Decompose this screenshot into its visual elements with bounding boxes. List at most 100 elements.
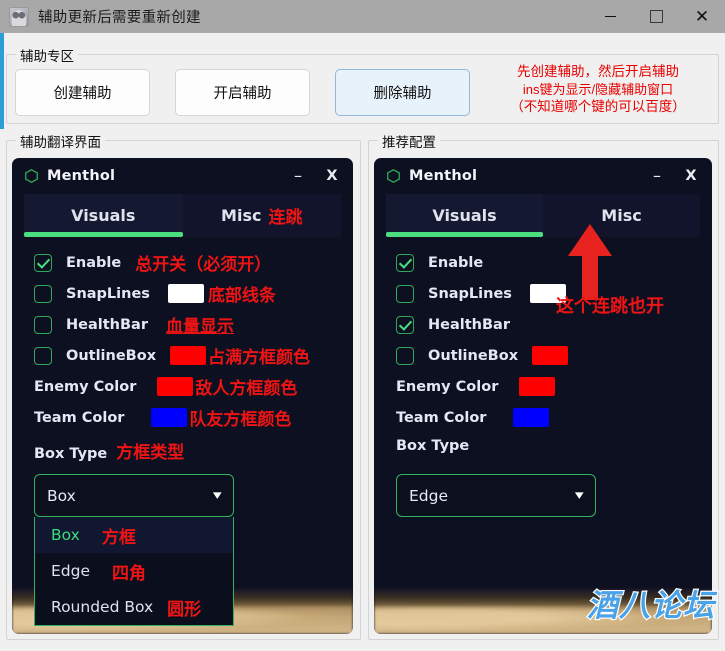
chevron-down-icon-right: ▾ xyxy=(575,488,585,503)
box-type-select-right[interactable]: Edge ▾ xyxy=(396,474,596,517)
label-enable-right: Enable xyxy=(428,254,484,271)
color-swatch-team-right[interactable] xyxy=(513,408,550,427)
checkbox-outlinebox-left[interactable] xyxy=(34,346,52,365)
create-helper-button[interactable]: 创建辅助 xyxy=(15,69,150,116)
panel-tabbar-right: Visuals Misc xyxy=(386,194,700,237)
annotation-enable: 总开关（必须开） xyxy=(135,255,272,275)
maximize-icon[interactable] xyxy=(633,0,679,33)
dropdown-option-rounded-box[interactable]: Rounded Box 圆形 xyxy=(35,589,233,625)
dropdown-option-edge-label: Edge xyxy=(51,562,91,580)
label-enable-left: Enable xyxy=(66,254,122,271)
dropdown-option-edge-annotation: 四角 xyxy=(112,563,147,584)
annotation-enemy-color: 敌人方框颜色 xyxy=(195,379,298,399)
arrow-annotation-text: 这个连跳也开 xyxy=(556,296,664,317)
start-helper-button[interactable]: 开启辅助 xyxy=(175,69,310,116)
tab-misc-right[interactable]: Misc xyxy=(543,194,700,237)
option-row-outlinebox-right: OutlineBox xyxy=(374,340,712,371)
box-type-select-left[interactable]: Box ▾ xyxy=(34,474,234,517)
label-enemy-color-left: Enemy Color xyxy=(34,378,137,395)
tab-active-underline-left xyxy=(24,232,183,237)
label-outlinebox-right: OutlineBox xyxy=(428,347,519,364)
dropdown-option-rounded-box-label: Rounded Box xyxy=(51,598,154,616)
instructions-line-1: 先创建辅助，然后开启辅助 xyxy=(517,64,679,79)
minimize-icon[interactable] xyxy=(587,0,633,33)
delete-helper-button[interactable]: 删除辅助 xyxy=(335,69,470,116)
tab-misc-left[interactable]: Misc 连跳 xyxy=(182,194,341,237)
option-row-outlinebox-left: OutlineBox 占满方框颜色 xyxy=(12,340,353,371)
box-type-selected-value-right: Edge xyxy=(409,486,449,505)
checkbox-enable-right[interactable] xyxy=(396,253,414,272)
hexagon-logo-icon xyxy=(25,169,38,183)
dropdown-option-box-annotation: 方框 xyxy=(101,527,136,548)
label-box-type-right: Box Type xyxy=(396,438,470,454)
label-team-color-right: Team Color xyxy=(396,409,487,426)
instructions-text: 先创建辅助，然后开启辅助 ins键为显示/隐藏辅助窗口 （不知道哪个键的可以百度… xyxy=(478,63,718,116)
color-swatch-enemy-right[interactable] xyxy=(519,377,556,396)
color-swatch-enemy-left[interactable] xyxy=(157,377,194,396)
tab-visuals-left[interactable]: Visuals xyxy=(24,194,183,237)
boxtype-label-row-left: Box Type 方框类型 xyxy=(12,438,353,470)
checkbox-healthbar-right[interactable] xyxy=(396,315,414,334)
window-title: 辅助更新后需要重新创建 xyxy=(38,10,201,26)
options-list-right: Enable SnapLines HealthBar OutlineBox En… xyxy=(374,237,712,517)
tab-visuals-label-right: Visuals xyxy=(432,206,497,225)
option-row-enable-left: Enable 总开关（必须开） xyxy=(12,247,353,278)
tab-visuals-label-left: Visuals xyxy=(71,206,136,225)
annotation-box-type: 方框类型 xyxy=(116,443,185,463)
panel-minimize-icon-left[interactable]: – xyxy=(281,168,315,184)
annotation-outlinebox: 占满方框颜色 xyxy=(208,348,311,368)
panel-tabbar-left: Visuals Misc 连跳 xyxy=(24,194,341,237)
panel-app-name-left: Menthol xyxy=(47,168,116,184)
window-titlebar: 辅助更新后需要重新创建 ✕ xyxy=(0,0,725,33)
panel-app-name-right: Menthol xyxy=(409,168,478,184)
color-swatch-outlinebox-right[interactable] xyxy=(532,346,569,365)
dropdown-option-box[interactable]: Box 方框 xyxy=(35,517,233,553)
panel-close-icon-left[interactable]: X xyxy=(315,168,349,184)
checkbox-snaplines-left[interactable] xyxy=(34,284,52,303)
dropdown-option-box-label: Box xyxy=(51,526,80,544)
option-row-team-color-left: Team Color 队友方框颜色 xyxy=(12,402,353,433)
color-swatch-snaplines-left[interactable] xyxy=(167,284,204,303)
hexagon-logo-icon-right xyxy=(387,169,400,183)
label-enemy-color-right: Enemy Color xyxy=(396,378,499,395)
color-swatch-outlinebox-left[interactable] xyxy=(170,346,207,365)
right-groupbox-title: 推荐配置 xyxy=(378,131,440,151)
instructions-line-2: ins键为显示/隐藏辅助窗口 xyxy=(522,81,674,97)
tab-visuals-right[interactable]: Visuals xyxy=(386,194,543,237)
box-type-selected-value-left: Box xyxy=(47,486,76,505)
checkbox-snaplines-right[interactable] xyxy=(396,284,414,303)
left-edge-accent xyxy=(0,33,4,651)
option-row-enemy-color-right: Enemy Color xyxy=(374,371,712,402)
option-row-enemy-color-left: Enemy Color 敌人方框颜色 xyxy=(12,371,353,402)
label-snaplines-left: SnapLines xyxy=(66,285,150,302)
checkbox-enable-left[interactable] xyxy=(34,253,52,272)
option-row-enable-right: Enable xyxy=(374,247,712,278)
panel-close-icon-right[interactable]: X xyxy=(674,168,708,184)
close-icon[interactable]: ✕ xyxy=(679,0,725,33)
box-type-dropdown-left: Box 方框 Edge 四角 Rounded Box 圆形 xyxy=(34,517,234,626)
menthol-panel-left: Menthol – X Visuals Misc 连跳 Enable 总开关（必… xyxy=(12,158,353,634)
checkbox-healthbar-left[interactable] xyxy=(34,315,52,334)
tab-misc-label-right: Misc xyxy=(601,206,642,225)
annotation-snaplines: 底部线条 xyxy=(207,286,276,306)
helper-groupbox-title: 辅助专区 xyxy=(16,45,78,65)
panel-window-controls-left: – X xyxy=(281,168,349,185)
option-row-snaplines-left: SnapLines 底部线条 xyxy=(12,278,353,309)
instructions-line-3: （不知道哪个键的可以百度） xyxy=(510,98,686,114)
menthol-panel-right: Menthol – X Visuals Misc 这个连跳也开 Enable S… xyxy=(374,158,712,634)
label-healthbar-right: HealthBar xyxy=(428,316,510,333)
cat-app-icon xyxy=(9,6,29,27)
label-outlinebox-left: OutlineBox xyxy=(66,347,157,364)
tab-active-underline-right xyxy=(386,232,543,237)
option-row-team-color-right: Team Color xyxy=(374,402,712,433)
color-swatch-team-left[interactable] xyxy=(151,408,188,427)
chevron-down-icon-left: ▾ xyxy=(213,488,223,503)
dropdown-option-edge[interactable]: Edge 四角 xyxy=(35,553,233,589)
annotation-team-color: 队友方框颜色 xyxy=(189,410,292,430)
panel-minimize-icon-right[interactable]: – xyxy=(640,168,674,184)
panel-header-right: Menthol – X xyxy=(374,158,712,194)
annotation-healthbar: 血量显示 xyxy=(165,317,234,337)
checkbox-outlinebox-right[interactable] xyxy=(396,346,414,365)
options-list-left: Enable 总开关（必须开） SnapLines 底部线条 HealthBar… xyxy=(12,237,353,626)
panel-window-controls-right: – X xyxy=(640,168,708,185)
